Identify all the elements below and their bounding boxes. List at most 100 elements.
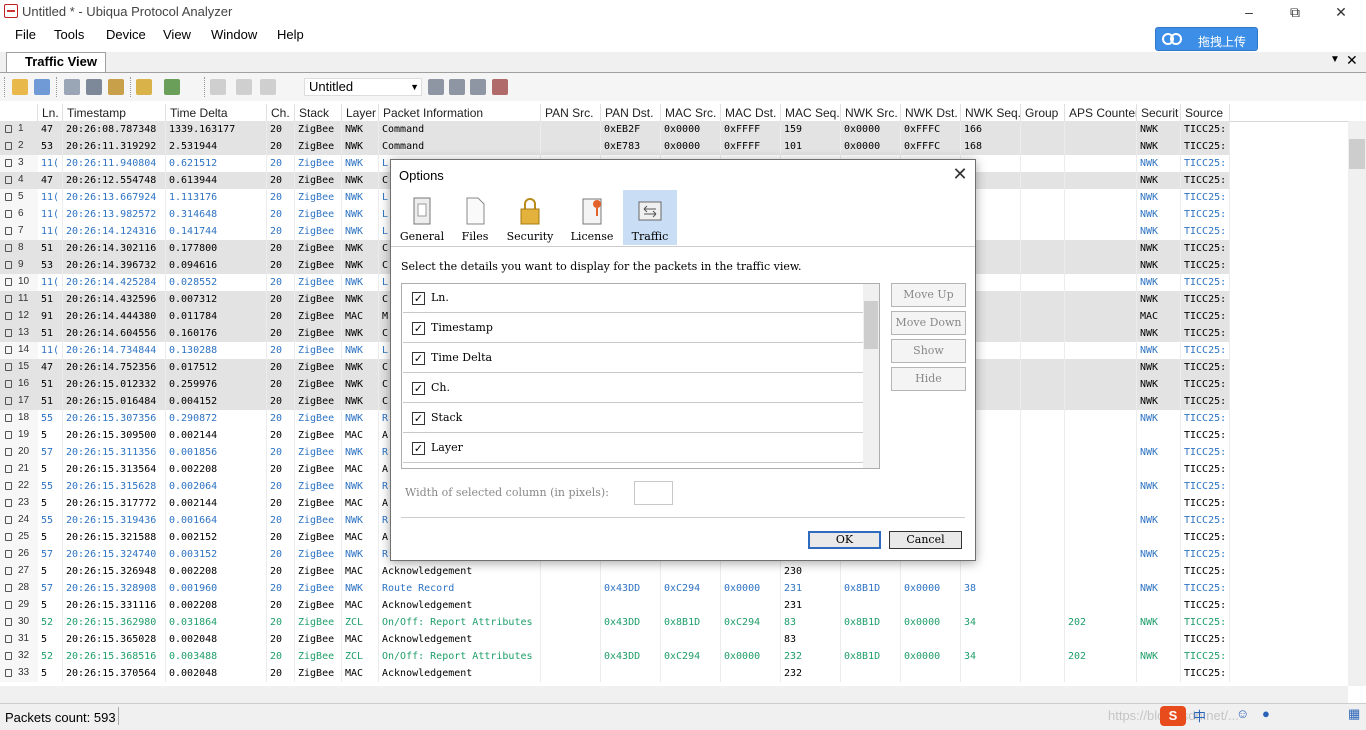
table-row[interactable]: 28 57 20:26:15.328908 0.001960 20 ZigBee NWK Ro…	[0, 580, 1230, 597]
table-row[interactable]: 2 53 20:26:11.319292 2.531944 20 ZigBee NWK Com…	[0, 138, 1230, 155]
ime-voice-icon[interactable]: ●	[1262, 706, 1270, 721]
table-row[interactable]: 32 52 20:26:15.368516 0.003488 20 ZigBee ZCL On…	[0, 648, 1230, 665]
back-icon[interactable]	[236, 79, 252, 95]
cell-td: 0.290872	[166, 410, 267, 427]
cell-so: TICC25:	[1181, 614, 1230, 631]
column-header[interactable]: Timestamp	[63, 104, 166, 121]
tab-traffic-view[interactable]: Traffic View	[6, 52, 106, 72]
vertical-scrollbar[interactable]	[1348, 121, 1366, 686]
tab-list-dropdown-icon[interactable]: ▼	[1330, 54, 1340, 65]
checkbox[interactable]: ✓	[412, 412, 425, 425]
table-row[interactable]: 27 5 20:26:15.326948 0.002208 20 ZigBee MAC Ack…	[0, 563, 1230, 580]
table-row[interactable]: 1 47 20:26:08.787348 1339.163177 20 ZigBee NWK…	[0, 121, 1230, 138]
forward-icon[interactable]	[260, 79, 276, 95]
cloud-upload-button[interactable]: 拖拽上传	[1155, 27, 1258, 51]
cell-se: MAC	[1137, 308, 1181, 325]
cell-st: ZigBee	[295, 172, 342, 189]
column-header[interactable]: PAN Src.	[541, 104, 601, 121]
move-down-button[interactable]: Move Down	[891, 311, 966, 335]
column-header[interactable]: NWK Src.	[841, 104, 901, 121]
ime-mode-icon[interactable]: 中	[1193, 706, 1206, 725]
table-row[interactable]: 30 52 20:26:15.362980 0.031864 20 ZigBee ZCL On…	[0, 614, 1230, 631]
menu-device[interactable]: Device	[106, 27, 146, 42]
tab-security[interactable]: Security	[503, 190, 557, 245]
restore-icon[interactable]: ⧉	[1285, 2, 1305, 22]
column-header[interactable]: Packet Information	[379, 104, 541, 121]
width-input[interactable]	[634, 481, 673, 505]
column-header[interactable]: Layer	[342, 104, 379, 121]
settings-gear-icon[interactable]	[164, 79, 180, 95]
move-up-button[interactable]: Move Up	[891, 283, 966, 307]
list-item[interactable]: ✓ Ln.	[403, 284, 863, 313]
export-icon[interactable]	[108, 79, 124, 95]
checkbox[interactable]: ✓	[412, 292, 425, 305]
column-header[interactable]: Securit	[1137, 104, 1181, 121]
table-row[interactable]: 31 5 20:26:15.365028 0.002048 20 ZigBee MAC Ack…	[0, 631, 1230, 648]
new-capture-icon[interactable]	[12, 79, 28, 95]
filter-remove-icon[interactable]	[492, 79, 508, 95]
monitor-icon[interactable]	[86, 79, 102, 95]
horizontal-scrollbar[interactable]	[0, 686, 1348, 703]
column-header[interactable]: MAC Dst.	[721, 104, 781, 121]
show-button[interactable]: Show	[891, 339, 966, 363]
checkbox[interactable]: ✓	[412, 442, 425, 455]
session-combo[interactable]: Untitled ▼	[304, 78, 422, 96]
list-item[interactable]: ✓ Ch.	[403, 374, 863, 403]
filter-icon[interactable]	[428, 79, 444, 95]
scrollbar-thumb[interactable]	[1349, 139, 1365, 169]
tab-general[interactable]: General	[395, 190, 449, 245]
column-header[interactable]: Time Delta	[166, 104, 267, 121]
cancel-button[interactable]: Cancel	[889, 531, 962, 549]
cell-ac	[1065, 580, 1137, 597]
list-item[interactable]: ✓ Time Delta	[403, 344, 863, 373]
tools-icon[interactable]	[136, 79, 152, 95]
menu-help[interactable]: Help	[277, 27, 304, 42]
table-row[interactable]: 33 5 20:26:15.370564 0.002048 20 ZigBee MAC Ack…	[0, 665, 1230, 682]
row-number: 3	[0, 155, 38, 172]
ime-emoji-icon[interactable]: ☺	[1236, 706, 1249, 721]
list-item-label: Layer	[431, 441, 463, 454]
column-header[interactable]: Stack	[295, 104, 342, 121]
cell-so: TICC25:	[1181, 631, 1230, 648]
cell-ts: 20:26:14.604556	[63, 325, 166, 342]
list-item[interactable]: ✓ Layer	[403, 434, 863, 463]
copy-icon[interactable]	[210, 79, 226, 95]
hide-button[interactable]: Hide	[891, 367, 966, 391]
column-header[interactable]: Ln.	[38, 104, 63, 121]
tab-license[interactable]: License	[565, 190, 619, 245]
close-icon[interactable]: ✕	[1331, 2, 1351, 22]
column-header[interactable]: PAN Dst.	[601, 104, 661, 121]
list-item[interactable]: ✓ Timestamp	[403, 314, 863, 343]
ime-logo-icon[interactable]: S	[1160, 706, 1186, 726]
menu-view[interactable]: View	[163, 27, 191, 42]
menu-file[interactable]: File	[15, 27, 36, 42]
dialog-close-icon[interactable]: ✕	[949, 164, 971, 186]
column-header[interactable]: Group	[1021, 104, 1065, 121]
column-header[interactable]: APS Counter	[1065, 104, 1137, 121]
checkbox[interactable]: ✓	[412, 382, 425, 395]
device-icon[interactable]	[64, 79, 80, 95]
filter-add-icon[interactable]	[449, 79, 465, 95]
checkbox[interactable]: ✓	[412, 322, 425, 335]
table-row[interactable]: 29 5 20:26:15.331116 0.002208 20 ZigBee MAC Ack…	[0, 597, 1230, 614]
tab-traffic[interactable]: Traffic	[623, 190, 677, 245]
ime-grid-icon[interactable]: ▦	[1348, 706, 1360, 722]
menu-window[interactable]: Window	[211, 27, 257, 42]
column-header[interactable]: NWK Seq.	[961, 104, 1021, 121]
column-header[interactable]: Source	[1181, 104, 1230, 121]
column-header[interactable]: MAC Seq.	[781, 104, 841, 121]
checkbox[interactable]: ✓	[412, 352, 425, 365]
filter-edit-icon[interactable]	[470, 79, 486, 95]
list-item[interactable]: ✓ Stack	[403, 404, 863, 433]
column-header[interactable]: NWK Dst.	[901, 104, 961, 121]
column-header[interactable]: MAC Src.	[661, 104, 721, 121]
minimize-icon[interactable]: –	[1239, 2, 1259, 22]
column-header[interactable]: Ch.	[267, 104, 295, 121]
tab-close-icon[interactable]: ✕	[1346, 52, 1358, 69]
save-icon[interactable]	[34, 79, 50, 95]
menu-tools[interactable]: Tools	[54, 27, 84, 42]
ok-button[interactable]: OK	[808, 531, 881, 549]
tab-files[interactable]: Files	[448, 190, 502, 245]
list-scrollbar[interactable]	[863, 284, 879, 468]
list-scrollbar-thumb[interactable]	[864, 301, 878, 349]
